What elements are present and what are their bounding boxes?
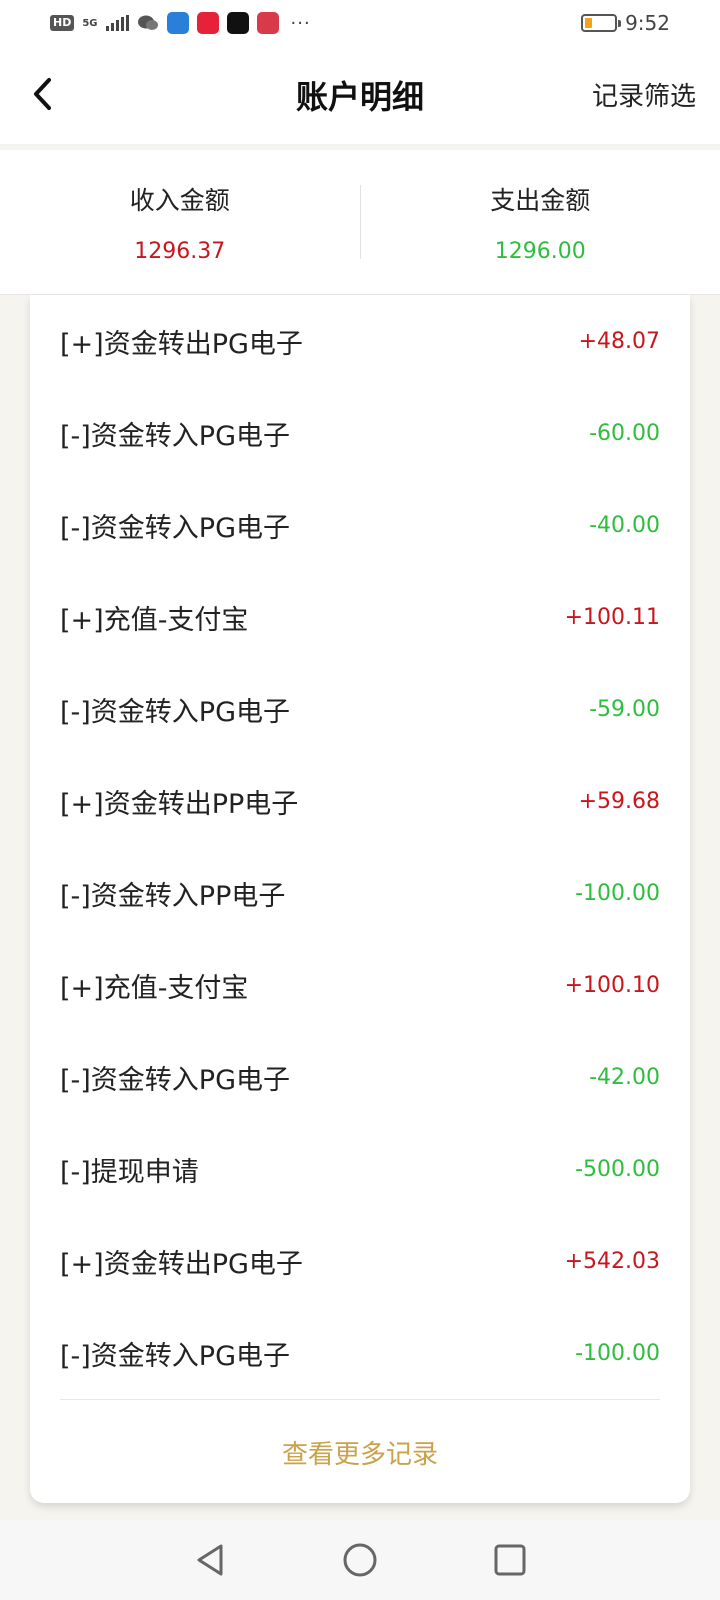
- records-card: [+]资金转出PG电子 +48.07 [-]资金转入PG电子 -60.00 [-]资…: [30, 295, 690, 1503]
- income-label: 收入金额: [129, 185, 230, 215]
- nav-recent-button[interactable]: [490, 1540, 530, 1580]
- signal-icon: [105, 15, 129, 31]
- chevron-left-icon: [34, 78, 51, 110]
- hd-badge: HD: [50, 15, 75, 31]
- app-icon-book: [256, 12, 279, 34]
- record-row[interactable]: [-]资金转入PG电子 -42.00: [30, 1031, 690, 1123]
- record-label: [-]资金转入PG电子: [60, 420, 291, 452]
- record-amount: +100.11: [564, 604, 660, 630]
- record-amount: +59.68: [578, 788, 660, 814]
- record-row[interactable]: [-]资金转入PG电子 -59.00: [30, 663, 690, 755]
- nav-back-button[interactable]: [190, 1540, 230, 1580]
- record-filter-button[interactable]: 记录筛选: [592, 76, 696, 113]
- record-label: [+]充值-支付宝: [60, 972, 249, 1004]
- page-title: 账户明细: [295, 78, 424, 116]
- clock: 9:52: [625, 11, 670, 35]
- record-label: [-]资金转入PG电子: [60, 1064, 291, 1096]
- record-label: [+]资金转出PG电子: [60, 1248, 303, 1280]
- status-left: HD 5G ···: [50, 12, 311, 34]
- record-row[interactable]: [+]充值-支付宝 +100.11: [30, 571, 690, 663]
- system-nav-bar: [0, 1520, 720, 1600]
- more-notifications: ···: [290, 12, 311, 34]
- record-row[interactable]: [-]提现申请 -500.00: [30, 1123, 690, 1215]
- record-row[interactable]: [+]资金转出PP电子 +59.68: [30, 755, 690, 847]
- triangle-back-icon: [197, 1544, 223, 1576]
- records-list: [+]资金转出PG电子 +48.07 [-]资金转入PG电子 -60.00 [-]资…: [30, 295, 690, 1399]
- nav-bar: 账户明细 记录筛选: [0, 46, 720, 144]
- record-label: [-]资金转入PG电子: [60, 1340, 291, 1372]
- income-value: 1296.37: [134, 238, 226, 264]
- record-amount: -60.00: [589, 420, 660, 446]
- record-label: [-]提现申请: [60, 1156, 199, 1188]
- record-label: [+]资金转出PG电子: [60, 328, 303, 360]
- income-summary: 收入金额 1296.37: [0, 181, 360, 264]
- record-amount: -42.00: [589, 1064, 660, 1090]
- record-amount: -500.00: [575, 1156, 660, 1182]
- status-right: 9:52: [581, 11, 670, 35]
- record-row[interactable]: [-]资金转入PP电子 -100.00: [30, 847, 690, 939]
- record-amount: -40.00: [589, 512, 660, 538]
- summary-panel: 收入金额 1296.37 支出金额 1296.00: [0, 150, 720, 295]
- app-icon-blue: [166, 12, 189, 34]
- record-label: [-]资金转入PG电子: [60, 696, 291, 728]
- record-row[interactable]: [+]充值-支付宝 +100.10: [30, 939, 690, 1031]
- record-label: [-]资金转入PP电子: [60, 880, 286, 912]
- network-label: 5G: [82, 17, 98, 29]
- battery-icon: [581, 14, 622, 32]
- expense-value: 1296.00: [494, 238, 586, 264]
- back-button[interactable]: [22, 72, 62, 116]
- record-amount: -100.00: [575, 1340, 660, 1366]
- record-amount: +48.07: [578, 328, 660, 354]
- record-label: [+]资金转出PP电子: [60, 788, 299, 820]
- record-label: [-]资金转入PG电子: [60, 512, 291, 544]
- record-row[interactable]: [-]资金转入PG电子 -60.00: [30, 387, 690, 479]
- record-label: [+]充值-支付宝: [60, 604, 249, 636]
- record-amount: -100.00: [575, 880, 660, 906]
- wechat-icon: [137, 15, 158, 30]
- expense-label: 支出金额: [490, 185, 591, 215]
- record-amount: +542.03: [564, 1248, 660, 1274]
- record-amount: +100.10: [564, 972, 660, 998]
- record-row[interactable]: [+]资金转出PG电子 +542.03: [30, 1215, 690, 1307]
- record-row[interactable]: [-]资金转入PG电子 -100.00: [30, 1307, 690, 1399]
- tiktok-icon: [226, 12, 249, 34]
- record-row[interactable]: [-]资金转入PG电子 -40.00: [30, 479, 690, 571]
- record-row[interactable]: [+]资金转出PG电子 +48.07: [30, 295, 690, 387]
- square-recent-icon: [494, 1544, 526, 1576]
- app-icon-red: [196, 12, 219, 34]
- nav-home-button[interactable]: [340, 1540, 380, 1580]
- view-more-records-button[interactable]: 查看更多记录: [30, 1400, 690, 1504]
- record-amount: -59.00: [589, 696, 660, 722]
- circle-home-icon: [343, 1543, 377, 1577]
- status-bar: HD 5G ··· 9:52: [0, 0, 720, 46]
- expense-summary: 支出金额 1296.00: [361, 181, 720, 264]
